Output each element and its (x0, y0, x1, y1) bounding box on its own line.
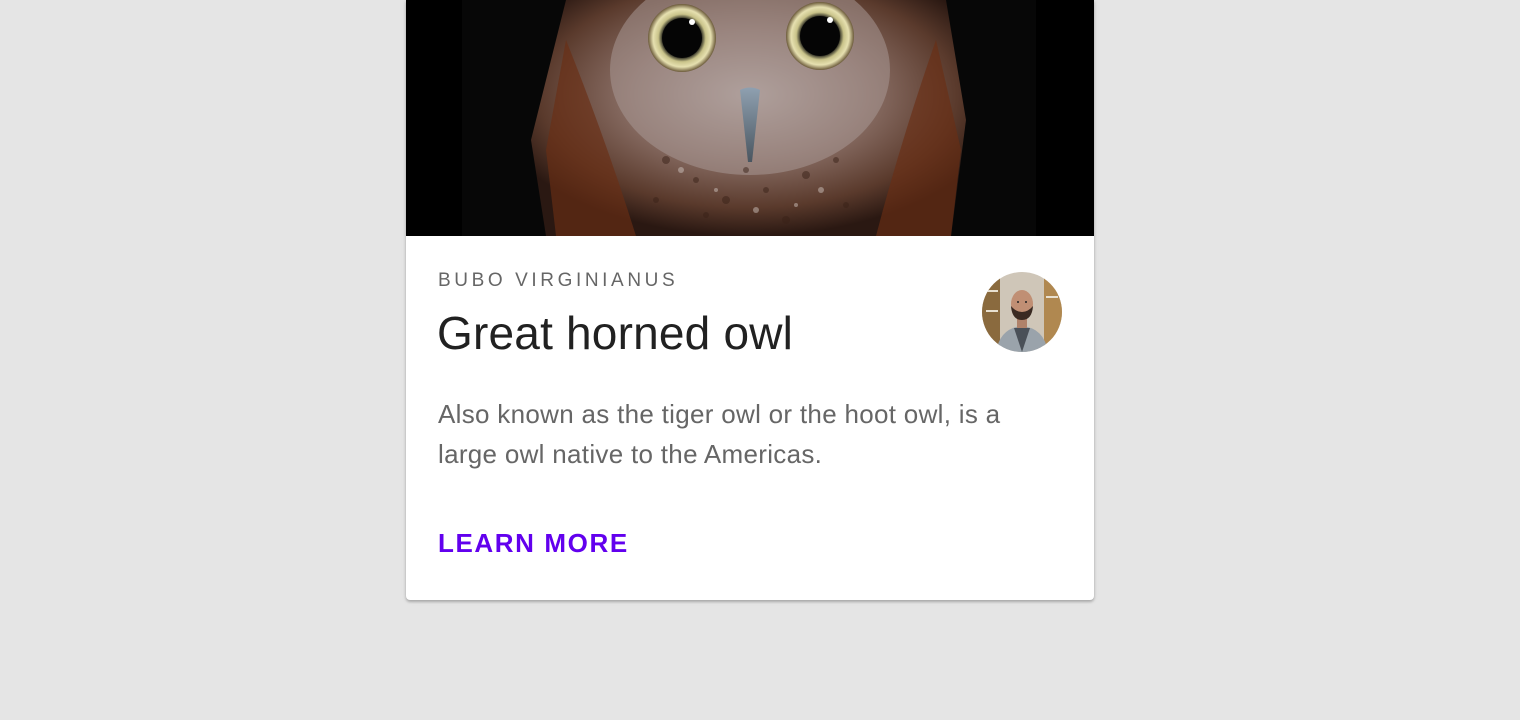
card-overline: BUBO VIRGINIANUS (438, 270, 679, 291)
owl-photo (406, 0, 1094, 236)
card-title: Great horned owl (437, 307, 794, 359)
owl-card: BUBO VIRGINIANUS Great horned owl Also k… (406, 0, 1094, 600)
card-description: Also known as the tiger owl or the hoot … (438, 399, 1001, 469)
user-avatar-icon (982, 272, 1062, 352)
learn-more-button[interactable]: LEARN MORE (430, 520, 637, 567)
avatar (982, 272, 1062, 352)
